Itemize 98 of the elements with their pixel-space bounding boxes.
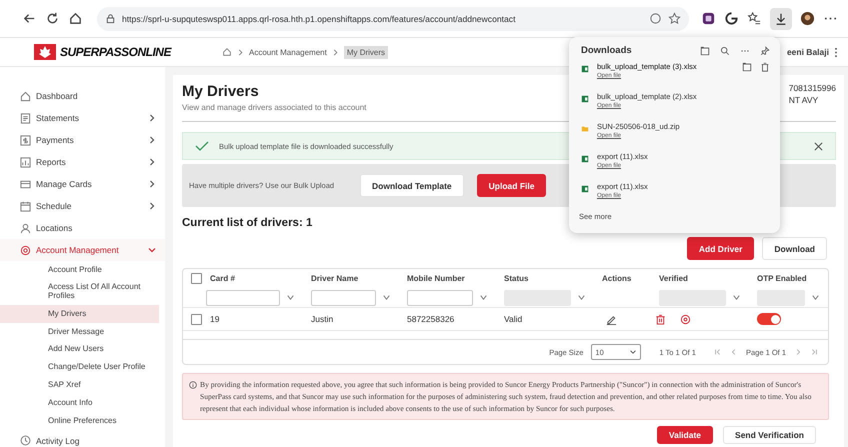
card-icon xyxy=(20,178,31,190)
column-header: Actions xyxy=(602,274,632,283)
filter-icon[interactable] xyxy=(732,293,741,302)
select-all-checkbox[interactable] xyxy=(191,273,202,284)
sidebar-item[interactable]: Schedule xyxy=(0,195,165,217)
bulk-upload-button[interactable]: Upload File xyxy=(476,174,546,197)
address-bar[interactable]: https://sprl-u-supquteswsp011.apps.qrl-rosa.hth.p1.openshiftapps.com/features/account/addnewcontact xyxy=(97,6,689,30)
calendar-icon xyxy=(20,200,31,212)
refresh-icon[interactable] xyxy=(45,11,60,26)
person-icon xyxy=(20,222,31,234)
footer-button[interactable]: Validate xyxy=(656,426,714,444)
chart-icon xyxy=(20,156,31,168)
page-title: My Drivers xyxy=(182,83,260,100)
footer-button[interactable]: Send Verification xyxy=(723,426,816,444)
sidebar-subitem[interactable]: Driver Message xyxy=(0,323,165,341)
sidebar-subitem[interactable]: Add New Users xyxy=(0,340,165,359)
sidebar-item[interactable]: Manage Cards xyxy=(0,173,165,195)
info-icon xyxy=(189,381,197,389)
sidebar-subitem[interactable]: Account Info xyxy=(0,394,165,412)
downloads-title: Downloads xyxy=(580,45,633,56)
breadcrumb-link[interactable]: My Drivers xyxy=(344,46,388,58)
filter-field[interactable] xyxy=(407,290,473,306)
favorites-icon[interactable] xyxy=(747,11,762,26)
otp-toggle[interactable] xyxy=(757,313,781,325)
delete-icon[interactable] xyxy=(760,62,770,72)
more-icon[interactable] xyxy=(834,46,838,58)
check-icon xyxy=(195,141,209,151)
table-cell: Justin xyxy=(311,314,334,324)
spiral-icon[interactable] xyxy=(724,11,739,26)
dollar-icon xyxy=(20,134,31,146)
logo-text[interactable]: SUPERPASSONLINE xyxy=(60,45,171,59)
extension-icon[interactable] xyxy=(701,11,716,26)
page-subtitle: View and manage drivers associated to this account xyxy=(182,103,366,112)
sidebar-item[interactable]: Dashboard xyxy=(0,85,165,107)
clock-icon xyxy=(20,435,31,446)
table-cell: 19 xyxy=(210,314,220,324)
table-cell: 5872258326 xyxy=(407,314,454,324)
user-name[interactable]: eeni Balaji xyxy=(786,47,829,57)
account-number: 7081315996 xyxy=(788,83,836,95)
search-icon[interactable] xyxy=(720,46,730,56)
chevron-right-icon xyxy=(237,48,244,56)
close-icon[interactable] xyxy=(814,142,823,150)
home-icon[interactable] xyxy=(222,47,232,57)
filter-field[interactable] xyxy=(311,290,376,306)
chevron-right-icon xyxy=(332,48,339,56)
sidebar-item[interactable]: Payments xyxy=(0,129,165,151)
list-action-button[interactable]: Download xyxy=(762,237,827,260)
spreadsheet-file-icon xyxy=(581,65,589,73)
breadcrumb-link[interactable]: Account Management xyxy=(249,48,327,56)
column-header: OTP Enabled xyxy=(757,274,807,283)
list-heading: Current list of drivers: 1 xyxy=(182,217,312,229)
sidebar-subitem[interactable]: Change/Delete User Profile xyxy=(0,358,165,377)
account-name: NT AVY xyxy=(788,94,820,107)
filter-icon[interactable] xyxy=(382,293,391,302)
column-header: Driver Name xyxy=(311,274,358,283)
star-icon[interactable] xyxy=(668,12,681,25)
sidebar-subitem[interactable]: Online Preferences xyxy=(0,412,165,430)
column-header: Card # xyxy=(210,274,235,283)
sidebar-subitem[interactable]: My Drivers xyxy=(0,305,159,324)
bulk-upload-button[interactable]: Download Template xyxy=(360,174,464,197)
lock-icon[interactable] xyxy=(105,13,116,24)
avatar-icon[interactable] xyxy=(800,11,815,26)
house-icon xyxy=(20,90,31,102)
filter-field[interactable] xyxy=(206,290,280,306)
filter-icon[interactable] xyxy=(286,293,295,302)
row-checkbox[interactable] xyxy=(191,314,202,324)
download-icon xyxy=(774,12,788,26)
doc-icon xyxy=(20,112,31,124)
verify-icon[interactable] xyxy=(680,314,691,324)
logo-icon xyxy=(34,44,56,60)
sidebar-item[interactable]: Reports xyxy=(0,151,165,173)
sidebar-item[interactable]: Account Management xyxy=(0,239,165,261)
table-cell: Valid xyxy=(504,314,522,324)
reader-icon[interactable] xyxy=(649,12,662,25)
sidebar-item[interactable]: Locations xyxy=(0,217,165,239)
pin-icon[interactable] xyxy=(760,46,770,56)
filter-icon[interactable] xyxy=(479,293,488,302)
sidebar-subitem[interactable]: Account Profile xyxy=(0,261,165,279)
sidebar-subitem[interactable]: Access List Of All Account Profiles xyxy=(0,278,165,306)
sidebar-subitem[interactable]: SAP Xref xyxy=(0,376,165,394)
sidebar-item[interactable]: Statements xyxy=(0,107,165,129)
filter-icon[interactable] xyxy=(811,293,820,302)
column-header: Mobile Number xyxy=(407,274,465,283)
folder-icon[interactable] xyxy=(700,46,710,56)
delete-icon[interactable] xyxy=(655,314,666,324)
column-header: Status xyxy=(504,274,528,283)
sidebar-item[interactable]: Activity Log xyxy=(0,430,165,447)
spreadsheet-file-icon xyxy=(581,155,589,163)
spreadsheet-file-icon xyxy=(581,95,589,103)
spreadsheet-file-icon xyxy=(581,185,589,193)
column-header: Verified xyxy=(659,274,688,283)
list-action-button[interactable]: Add Driver xyxy=(686,237,754,260)
filter-icon[interactable] xyxy=(577,293,586,302)
edit-icon[interactable] xyxy=(606,314,617,324)
home-icon[interactable] xyxy=(68,11,83,26)
chevron-down-icon xyxy=(629,348,638,356)
downloads-button[interactable] xyxy=(770,8,792,30)
folder-icon[interactable] xyxy=(742,62,752,72)
